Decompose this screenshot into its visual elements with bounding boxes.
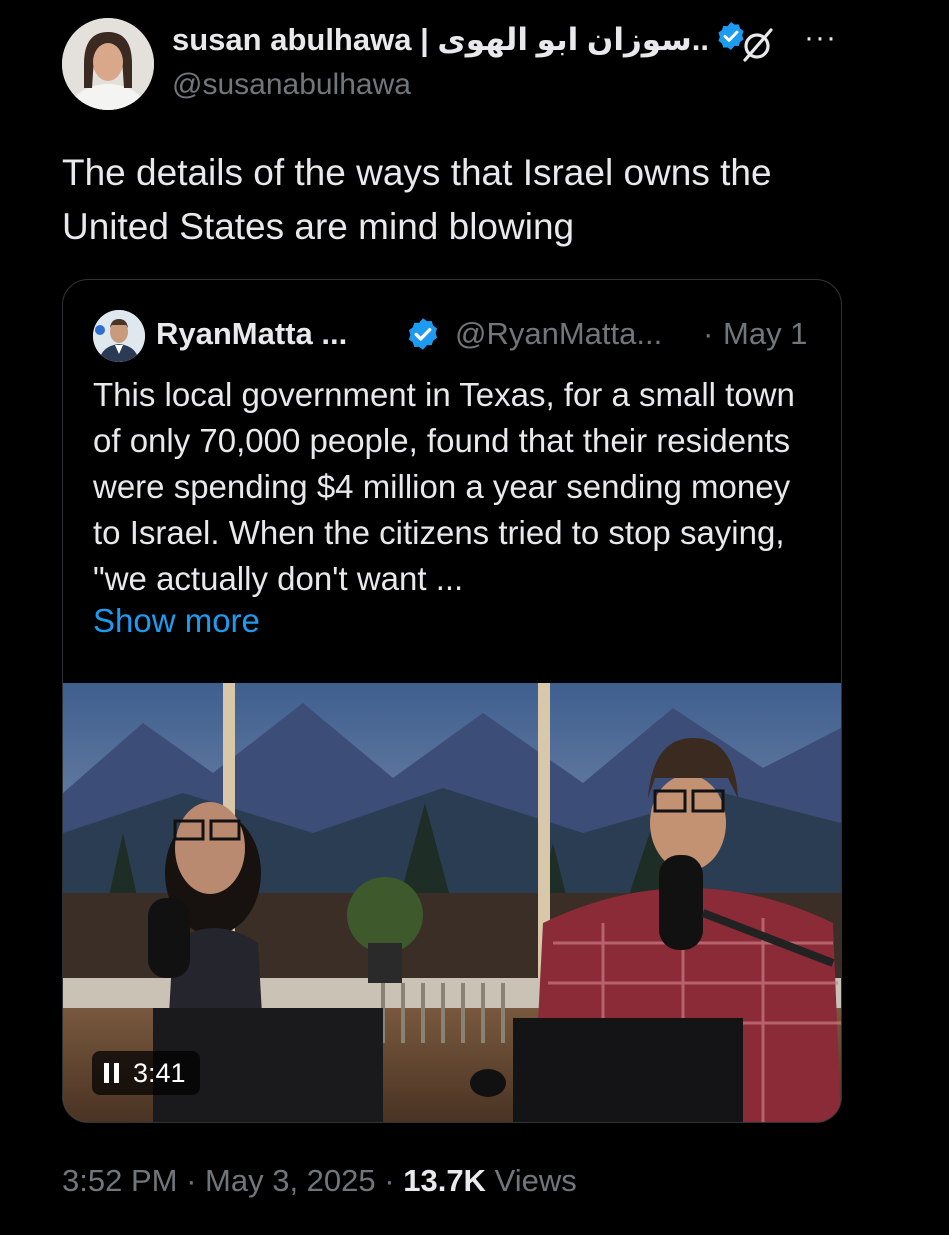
views-count[interactable]: 13.7K	[403, 1163, 486, 1198]
grok-icon[interactable]	[738, 26, 776, 69]
tweet-date[interactable]: May 3, 2025	[205, 1163, 376, 1198]
separator-dot: ·	[384, 1163, 395, 1198]
verified-badge-icon[interactable]	[405, 316, 441, 357]
video-duration: 3:41	[133, 1057, 186, 1088]
separator-dot: ·	[703, 316, 714, 351]
quoted-tweet-text: This local government in Texas, for a sm…	[93, 376, 795, 597]
more-options-icon[interactable]: ···	[804, 23, 837, 53]
quoted-author-name[interactable]: RyanMatta ...	[156, 316, 347, 352]
tweet-meta: 3:52 PM · May 3, 2025 · 13.7K Views	[62, 1163, 577, 1199]
separator-dot: ·	[186, 1163, 197, 1198]
show-more-link[interactable]: Show more	[93, 602, 260, 640]
video-controls[interactable]: 3:41	[92, 1051, 200, 1095]
quoted-author-avatar[interactable]	[93, 310, 145, 362]
author-name-text: susan abulhawa | سوزان ابو الهوى..	[172, 22, 709, 57]
author-handle[interactable]: @susanabulhawa	[172, 68, 411, 102]
quoted-tweet-date[interactable]: May 1	[723, 316, 807, 352]
tweet-time[interactable]: 3:52 PM	[62, 1163, 177, 1198]
pause-icon[interactable]	[104, 1063, 119, 1083]
quoted-tweet-card[interactable]: RyanMatta ... @RyanMatta... · May 1 This…	[62, 279, 842, 1123]
tweet-text: The details of the ways that Israel owns…	[62, 152, 772, 247]
views-label: Views	[494, 1163, 577, 1198]
author-avatar[interactable]	[62, 18, 154, 110]
video-player[interactable]: 3:41	[63, 683, 841, 1122]
author-name[interactable]: susan abulhawa | سوزان ابو الهوى..	[172, 20, 747, 60]
quoted-author-handle[interactable]: @RyanMatta...	[455, 316, 662, 352]
